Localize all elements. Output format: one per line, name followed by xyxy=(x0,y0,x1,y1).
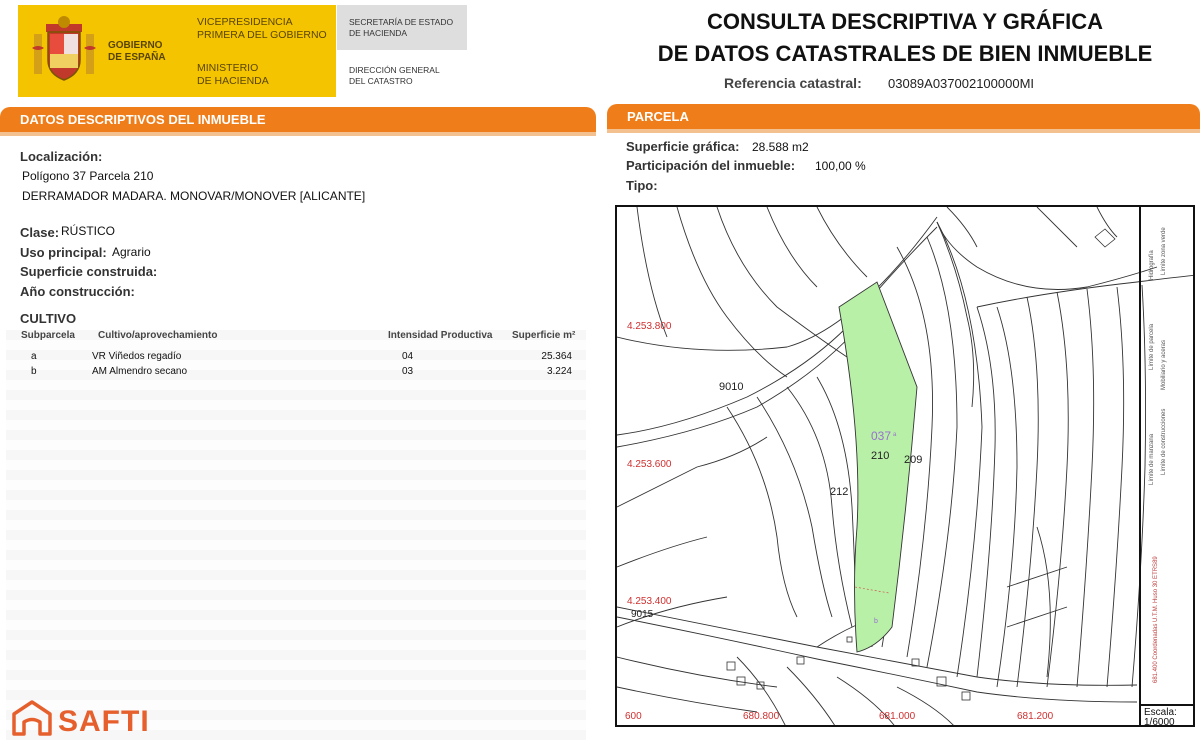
section-divider xyxy=(607,129,1200,133)
table-cell-cultivo: AM Almendro secano xyxy=(92,366,188,377)
participacion-label: Participación del inmueble: xyxy=(626,158,796,173)
clase-value: RÚSTICO xyxy=(61,224,115,238)
ref-catastral-label: Referencia catastral: xyxy=(724,75,862,91)
parcel-label: 210 xyxy=(871,450,890,462)
ministerio-label: MINISTERIO DE HACIENDA xyxy=(197,62,269,87)
legend-item: Límite zona verde xyxy=(1161,227,1167,275)
localizacion-line2: DERRAMADOR MADARA. MONOVAR/MONOVER [ALIC… xyxy=(22,189,366,203)
house-icon xyxy=(12,700,52,736)
coord-label: 600 xyxy=(625,711,642,722)
document-title: CONSULTA DESCRIPTIVA Y GRÁFICA DE DATOS … xyxy=(657,9,1153,66)
coord-label: 4.253.600 xyxy=(627,459,672,470)
ano-construccion-label: Año construcción: xyxy=(20,284,135,299)
section-header-datos: DATOS DESCRIPTIVOS DEL INMUEBLE xyxy=(0,107,596,133)
polygon-label: 037 xyxy=(871,429,892,443)
legend-item: Límite de manzana xyxy=(1149,433,1155,485)
superficie-grafica-label: Superficie gráfica: xyxy=(626,139,740,154)
table-header-intensidad: Intensidad Productiva xyxy=(388,330,493,341)
localizacion-label: Localización: xyxy=(20,149,103,164)
subparcel-label: a xyxy=(893,432,897,438)
map-legend: Límite de parcela Hidrografía Mobiliario… xyxy=(1139,205,1197,705)
coord-label: 681.000 xyxy=(879,711,916,722)
tipo-label: Tipo: xyxy=(626,178,658,193)
parcel-label: 212 xyxy=(830,486,849,498)
superficie-construida-label: Superficie construida: xyxy=(20,264,158,279)
coord-label: 681.200 xyxy=(1017,711,1054,722)
section-header-parcela: PARCELA xyxy=(607,104,1200,130)
uso-label: Uso principal: xyxy=(20,245,107,260)
coord-label: 4.253.400 xyxy=(627,596,672,607)
map-scale: Escala: 1/6000 xyxy=(1139,704,1195,728)
table-cell-superficie: 3.224 xyxy=(546,366,572,377)
legend-item: Mobiliario y aceras xyxy=(1161,339,1167,390)
legend-coords: 681.400 Coordenadas U.T.M. Huso 30 ETRS8… xyxy=(1153,556,1159,683)
parcel-lines xyxy=(617,207,1193,725)
table-cell-subparcela: b xyxy=(31,366,37,377)
cultivo-table-background xyxy=(6,330,586,740)
legend-item: Hidrografía xyxy=(1149,250,1155,280)
legend-item: Límite de construcciones xyxy=(1161,408,1167,475)
coord-label: 4.253.800 xyxy=(627,321,672,332)
cadastral-map[interactable]: 4.253.800 4.253.600 4.253.400 600 680.80… xyxy=(615,205,1195,727)
localizacion-line1: Polígono 37 Parcela 210 xyxy=(22,169,154,183)
section-divider xyxy=(0,132,596,136)
logo-text: SAFTI xyxy=(58,705,150,736)
vicepresidencia-label: VICEPRESIDENCIA PRIMERA DEL GOBIERNO xyxy=(197,16,327,41)
gobierno-label: GOBIERNO DE ESPAÑA xyxy=(108,40,166,63)
legend-item: Límite de parcela xyxy=(1149,323,1155,370)
cultivo-title: CULTIVO xyxy=(20,311,77,326)
clase-label: Clase: xyxy=(20,225,60,240)
participacion-value: 100,00 % xyxy=(815,159,866,173)
table-cell-subparcela: a xyxy=(31,351,37,362)
table-cell-cultivo: VR Viñedos regadío xyxy=(92,351,182,362)
parcel-label: 209 xyxy=(904,454,923,466)
safti-logo: SAFTI xyxy=(12,700,162,741)
uso-value: Agrario xyxy=(112,245,151,259)
table-cell-intensidad: 03 xyxy=(402,366,414,377)
ref-catastral-value: 03089A037002100000MI xyxy=(888,76,1035,91)
coord-label: 680.800 xyxy=(743,711,780,722)
table-cell-superficie: 25.364 xyxy=(541,351,572,362)
table-header-superficie: Superficie m² xyxy=(512,330,576,341)
secretaria-label: SECRETARÍA DE ESTADO DE HACIENDA xyxy=(349,17,454,38)
table-header-subparcela: Subparcela xyxy=(21,330,75,341)
parcel-label: 9010 xyxy=(719,381,744,393)
parcel-label: 9015 xyxy=(631,609,654,620)
table-cell-intensidad: 04 xyxy=(402,351,414,362)
parcel-210-area xyxy=(838,281,918,653)
table-header-cultivo: Cultivo/aprovechamiento xyxy=(98,330,218,341)
subparcel-label: b xyxy=(874,618,878,625)
superficie-grafica-value: 28.588 m2 xyxy=(752,140,809,154)
coat-of-arms-icon xyxy=(32,16,96,81)
direccion-general-label: DIRECCIÓN GENERAL DEL CATASTRO xyxy=(349,65,440,86)
